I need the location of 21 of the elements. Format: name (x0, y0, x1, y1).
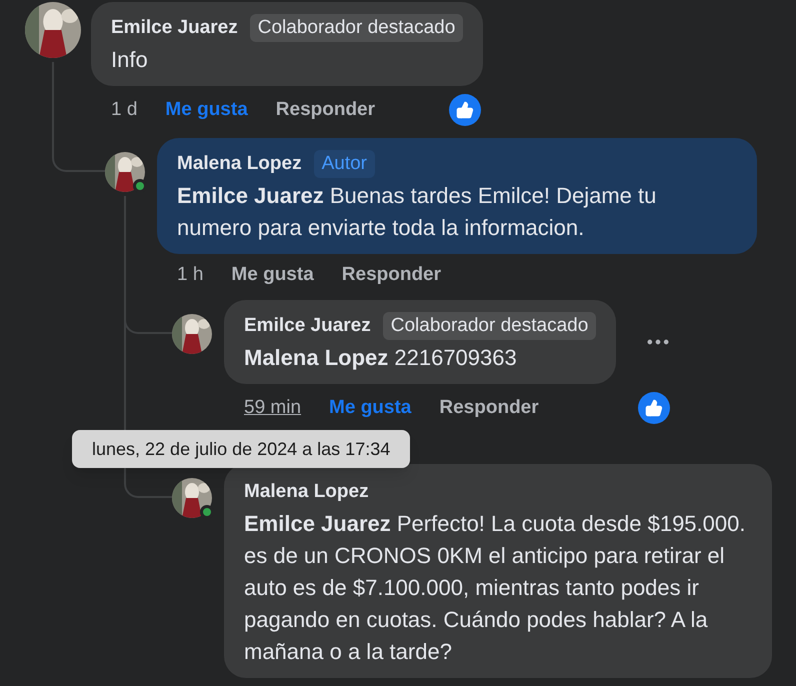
like-button[interactable]: Me gusta (329, 395, 412, 421)
comment-text: Emilce Juarez Perfecto! La cuota desde $195.000. es de un CRONOS 0KM el anticipo para retirar el auto es de $7.100.000, mientras tanto podes ir pagando en cuotas. Cuándo podes hablar? A la mañana o a la tarde? (244, 510, 746, 666)
like-button[interactable]: Me gusta (231, 262, 314, 288)
author-name[interactable]: Emilce Juarez (111, 14, 238, 42)
role-badge: Colaborador destacado (382, 312, 596, 340)
reply-button[interactable]: Responder (342, 262, 442, 288)
author-name[interactable]: Emilce Juarez (244, 312, 371, 340)
comment-text: Info (111, 46, 149, 74)
comment-time[interactable]: 1 h (177, 262, 204, 288)
comment-time[interactable]: 1 d (111, 97, 138, 123)
comment-time[interactable]: 59 min (244, 395, 302, 421)
like-button[interactable]: Me gusta (165, 97, 248, 123)
reply-button[interactable]: Responder (439, 395, 539, 421)
author-name[interactable]: Malena Lopez (244, 478, 369, 506)
comment-text: Malena Lopez 2216709363 (244, 344, 518, 372)
author-name[interactable]: Malena Lopez (177, 150, 302, 178)
reply-button[interactable]: Responder (276, 97, 376, 123)
role-badge: Colaborador destacado (250, 14, 464, 42)
date-tooltip: lunes, 22 de julio de 2024 a las 17:34 (72, 430, 410, 468)
role-badge: Autor (314, 150, 375, 178)
comment-text: Emilce Juarez Buenas tardes Emilce! Dejame tu numero para enviarte toda la informacion. (177, 182, 658, 242)
